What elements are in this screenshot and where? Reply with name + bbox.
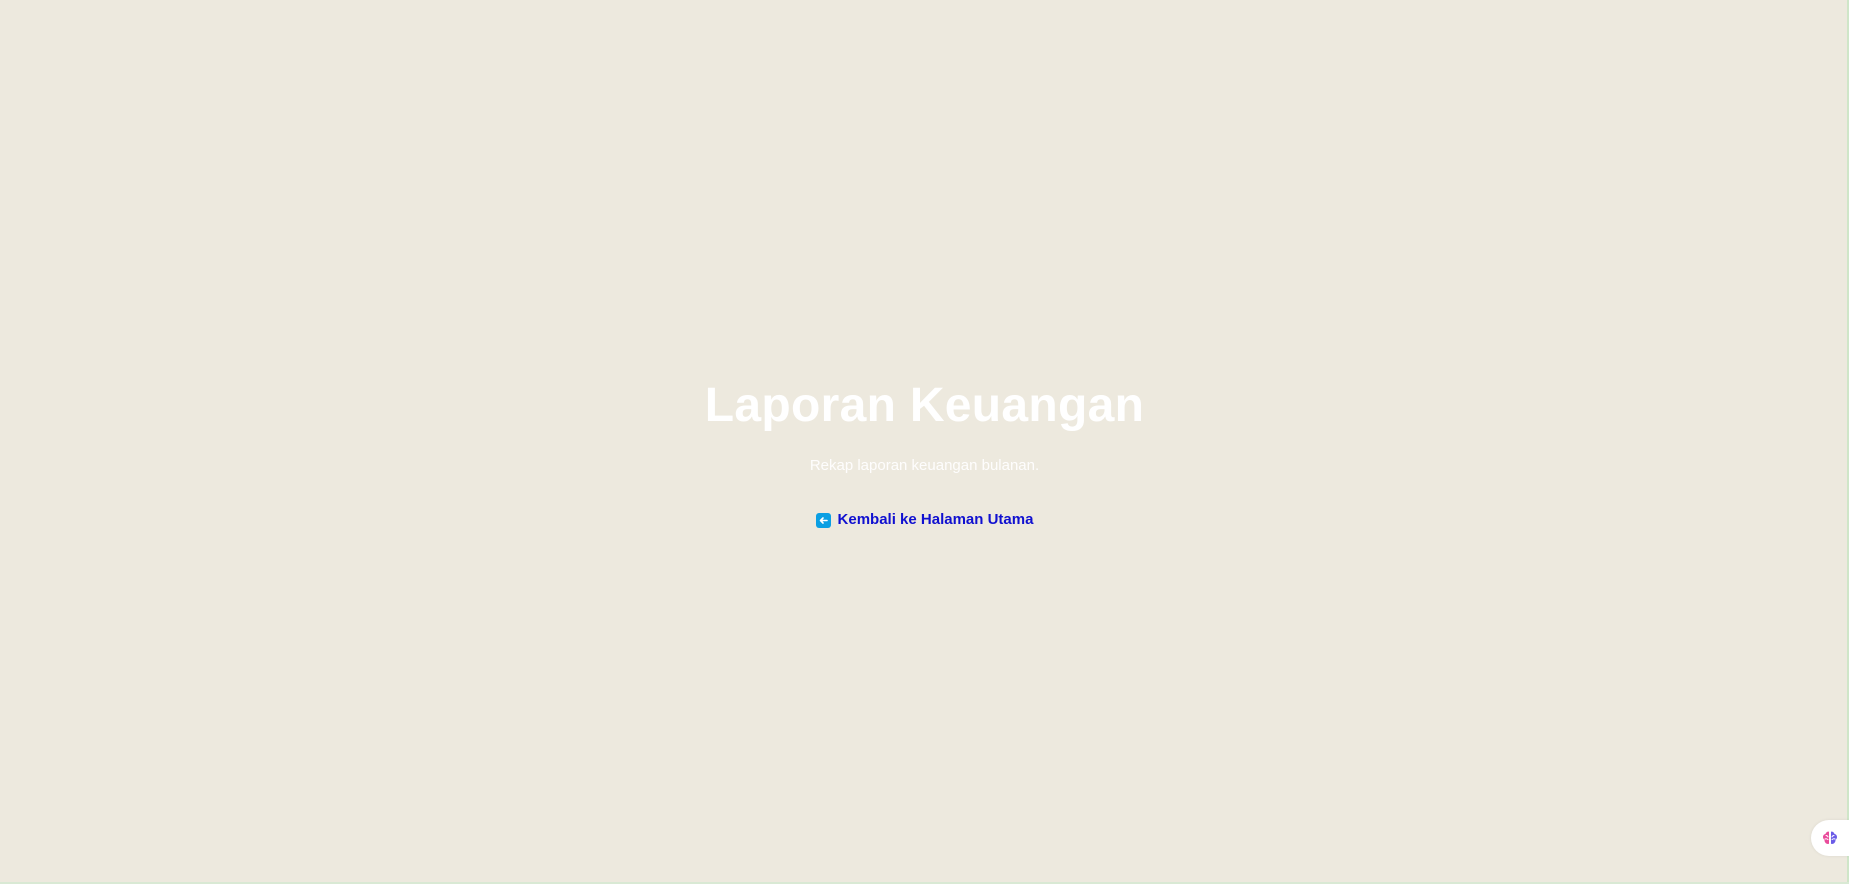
- floating-assistant-button[interactable]: [1811, 820, 1849, 856]
- brain-icon: [1823, 831, 1837, 844]
- back-to-home-link[interactable]: Kembali ke Halaman Utama: [815, 510, 1034, 530]
- page-subtitle: Rekap laporan keuangan bulanan.: [809, 457, 1040, 474]
- page-title: Laporan Keuangan: [704, 379, 1145, 432]
- left-arrow-icon: [815, 512, 831, 528]
- main-content: Laporan Keuangan Rekap laporan keuangan …: [0, 378, 1849, 531]
- back-to-home-label: Kembali ke Halaman Utama: [837, 511, 1034, 528]
